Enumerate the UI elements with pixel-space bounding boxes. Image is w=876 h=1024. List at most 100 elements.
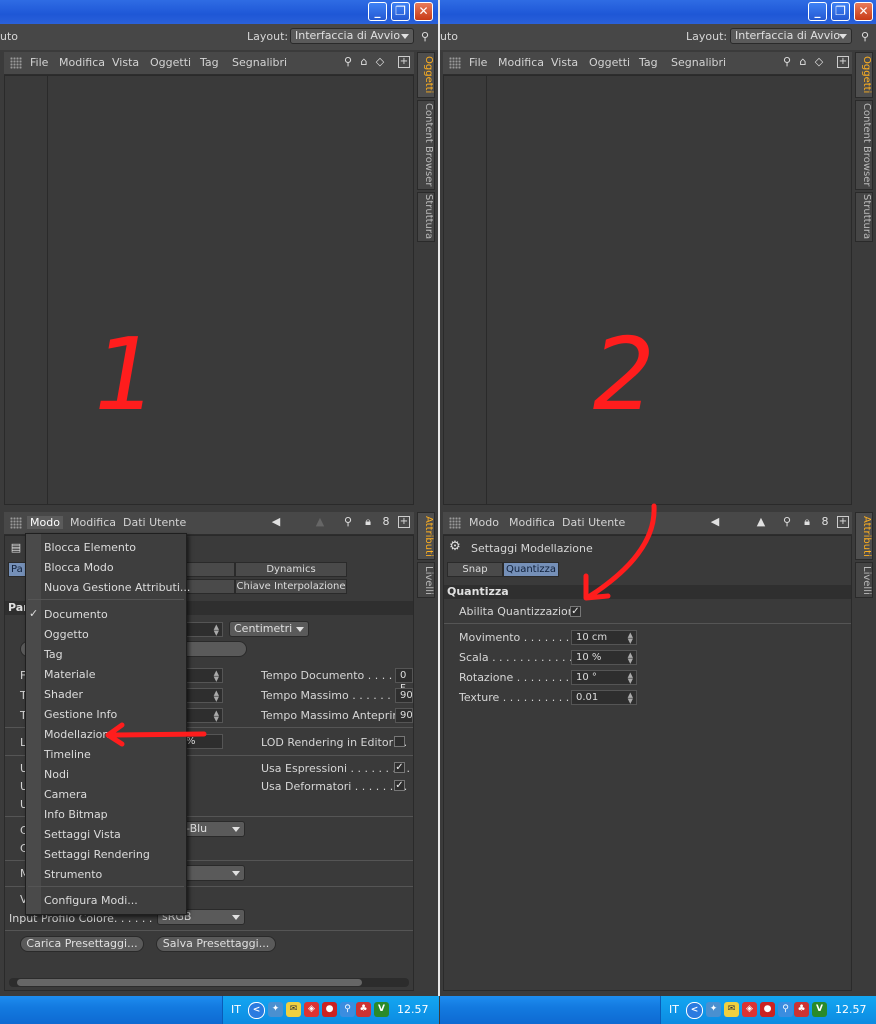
notes-icon[interactable]: ✉ bbox=[724, 1002, 739, 1017]
eye-icon[interactable]: ◇ bbox=[374, 56, 386, 68]
link-icon[interactable]: 8 bbox=[380, 516, 392, 528]
menu-vista[interactable]: Vista bbox=[551, 56, 578, 69]
new-window-icon[interactable]: + bbox=[398, 56, 410, 68]
prop-value-tempo-massimo[interactable]: 90 bbox=[395, 688, 413, 703]
tab-dynamics[interactable]: Dynamics bbox=[235, 562, 347, 577]
right-object-manager[interactable]: 2 bbox=[443, 75, 852, 505]
grip-icon[interactable] bbox=[449, 517, 461, 529]
network-icon[interactable]: ✦ bbox=[268, 1002, 283, 1017]
expand-tray-icon[interactable]: < bbox=[686, 1002, 703, 1019]
tab-quantizza[interactable]: Quantizza bbox=[503, 562, 559, 577]
menu-modo[interactable]: Modo bbox=[469, 516, 499, 529]
grip-icon[interactable] bbox=[10, 57, 22, 69]
dd-strumento[interactable]: Strumento bbox=[44, 868, 102, 881]
spinner-icon[interactable]: ▲ ▼ bbox=[628, 692, 633, 705]
dd-shader[interactable]: Shader bbox=[44, 688, 83, 701]
menu-oggetti[interactable]: Oggetti bbox=[589, 56, 630, 69]
prop-value-movimento[interactable]: 10 cm ▲ ▼ bbox=[571, 630, 637, 645]
back-arrow-icon[interactable]: ◀ bbox=[709, 516, 721, 528]
dd-timeline[interactable]: Timeline bbox=[44, 748, 91, 761]
menu-dati-utente[interactable]: Dati Utente bbox=[123, 516, 186, 529]
dd-nodi[interactable]: Nodi bbox=[44, 768, 69, 781]
dd-info-bitmap[interactable]: Info Bitmap bbox=[44, 808, 108, 821]
home-icon[interactable]: ⌂ bbox=[797, 56, 809, 68]
clock[interactable]: 12.57 bbox=[397, 1003, 429, 1016]
deform-checkbox[interactable]: ✓ bbox=[394, 780, 405, 791]
spinner-icon[interactable]: ▲ ▼ bbox=[214, 710, 219, 723]
tree-divider[interactable] bbox=[486, 76, 487, 504]
layout-combo[interactable]: Interfaccia di Avvio bbox=[290, 28, 414, 44]
tab-oggetti[interactable]: Oggetti bbox=[855, 52, 873, 98]
vpn-icon[interactable]: V bbox=[374, 1002, 389, 1017]
link-icon[interactable]: 8 bbox=[819, 516, 831, 528]
expr-checkbox[interactable]: ✓ bbox=[394, 762, 405, 773]
search-icon[interactable]: ⚲ bbox=[342, 56, 354, 68]
language-indicator[interactable]: IT bbox=[669, 1003, 679, 1016]
dd-configura-modi[interactable]: Configura Modi... bbox=[44, 894, 138, 907]
field-partial-3[interactable]: ▲ ▼ bbox=[181, 688, 223, 703]
spinner-icon[interactable]: ▲ ▼ bbox=[214, 670, 219, 683]
language-indicator[interactable]: IT bbox=[231, 1003, 241, 1016]
new-window-icon[interactable]: + bbox=[837, 56, 849, 68]
spinner-icon[interactable]: ▲ ▼ bbox=[214, 690, 219, 703]
lock-icon[interactable]: 🔒︎ bbox=[362, 516, 374, 528]
tab-content-browser[interactable]: Content Browser bbox=[855, 100, 873, 190]
dd-oggetto[interactable]: Oggetto bbox=[44, 628, 89, 641]
menu-tag[interactable]: Tag bbox=[639, 56, 658, 69]
field-partial-2[interactable]: ▲ ▼ bbox=[181, 668, 223, 683]
tab-blank-2[interactable] bbox=[185, 579, 235, 594]
maximize-button[interactable]: ❐ bbox=[391, 2, 410, 21]
tab-livelli[interactable]: Livelli bbox=[855, 562, 873, 598]
menu-modo[interactable]: Modo bbox=[27, 516, 63, 529]
tab-content-browser[interactable]: Content Browser bbox=[417, 100, 435, 190]
new-window-icon[interactable]: + bbox=[837, 516, 849, 528]
scrollbar-thumb[interactable] bbox=[17, 979, 362, 986]
antivirus-icon[interactable]: ● bbox=[760, 1002, 775, 1017]
tab-attributi[interactable]: Attributi bbox=[855, 512, 873, 560]
search-icon[interactable]: ⚲ bbox=[781, 56, 793, 68]
load-presets-button[interactable]: Carica Presettaggi... bbox=[20, 936, 144, 952]
menu-vista[interactable]: Vista bbox=[112, 56, 139, 69]
lock-icon[interactable]: 🔒︎ bbox=[801, 516, 813, 528]
search-icon[interactable]: ⚲ bbox=[419, 31, 431, 43]
prop-value-scala[interactable]: 10 % ▲ ▼ bbox=[571, 650, 637, 665]
dd-nuova-gestione[interactable]: Nuova Gestione Attributi... bbox=[44, 581, 190, 594]
home-icon[interactable]: ⌂ bbox=[358, 56, 370, 68]
dd-blocca-modo[interactable]: Blocca Modo bbox=[44, 561, 114, 574]
clock[interactable]: 12.57 bbox=[835, 1003, 867, 1016]
tab-livelli[interactable]: Livelli bbox=[417, 562, 435, 598]
spinner-icon[interactable]: ▲ ▼ bbox=[628, 672, 633, 685]
menu-oggetti[interactable]: Oggetti bbox=[150, 56, 191, 69]
shield-icon[interactable]: ◈ bbox=[304, 1002, 319, 1017]
shield-icon[interactable]: ◈ bbox=[742, 1002, 757, 1017]
mushroom-icon[interactable]: ♣ bbox=[794, 1002, 809, 1017]
dd-blocca-elemento[interactable]: Blocca Elemento bbox=[44, 541, 136, 554]
prop-value-texture[interactable]: 0.01 ▲ ▼ bbox=[571, 690, 637, 705]
layout-combo[interactable]: Interfaccia di Avvio bbox=[730, 28, 852, 44]
dd-materiale[interactable]: Materiale bbox=[44, 668, 95, 681]
minimize-button[interactable]: _ bbox=[808, 2, 827, 21]
dd-settaggi-rendering[interactable]: Settaggi Rendering bbox=[44, 848, 150, 861]
maximize-button[interactable]: ❐ bbox=[831, 2, 850, 21]
menu-segnalibri[interactable]: Segnalibri bbox=[671, 56, 726, 69]
menu-modifica[interactable]: Modifica bbox=[70, 516, 116, 529]
close-button[interactable]: ✕ bbox=[854, 2, 873, 21]
grip-icon[interactable] bbox=[449, 57, 461, 69]
save-presets-button[interactable]: Salva Presettaggi... bbox=[156, 936, 276, 952]
tab-blank[interactable] bbox=[185, 562, 235, 577]
dd-settaggi-vista[interactable]: Settaggi Vista bbox=[44, 828, 121, 841]
horizontal-scrollbar[interactable] bbox=[9, 978, 409, 987]
menu-modifica[interactable]: Modifica bbox=[498, 56, 544, 69]
menu-file[interactable]: File bbox=[469, 56, 487, 69]
search-icon[interactable]: ⚲ bbox=[778, 1002, 793, 1017]
tab-attributi[interactable]: Attributi bbox=[417, 512, 435, 560]
eye-icon[interactable]: ◇ bbox=[813, 56, 825, 68]
search-icon[interactable]: ⚲ bbox=[342, 516, 354, 528]
back-arrow-icon[interactable]: ◀ bbox=[270, 516, 282, 528]
spinner-icon[interactable]: ▲ ▼ bbox=[214, 624, 219, 637]
menu-segnalibri[interactable]: Segnalibri bbox=[232, 56, 287, 69]
left-object-manager[interactable]: 1 bbox=[4, 75, 414, 505]
dd-documento[interactable]: Documento bbox=[44, 608, 108, 621]
prop-value-tempo-anteprima[interactable]: 90 bbox=[395, 708, 413, 723]
search-icon[interactable]: ⚲ bbox=[340, 1002, 355, 1017]
